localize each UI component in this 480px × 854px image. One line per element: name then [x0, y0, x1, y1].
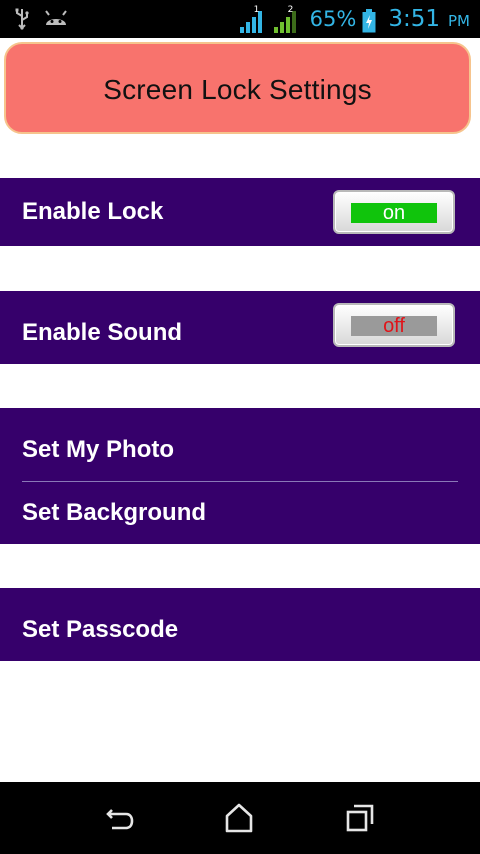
sim1-label: 1 — [253, 5, 260, 15]
status-bar-right: 1 2 65% 3:51 PM — [239, 5, 470, 33]
sim2-signal-icon: 2 — [273, 5, 296, 33]
enable-sound-card[interactable]: Enable Sound off — [0, 291, 480, 364]
status-bar-left — [14, 8, 68, 30]
toggle-on-indicator: on — [351, 203, 437, 223]
android-debug-icon — [45, 10, 67, 25]
appearance-card: Set My Photo Set Background — [0, 408, 480, 544]
divider — [22, 481, 458, 482]
page-title: Screen Lock Settings — [103, 74, 372, 105]
sim1-signal-icon: 1 — [239, 5, 262, 33]
recent-apps-icon[interactable] — [344, 802, 376, 834]
header-banner: Screen Lock Settings — [4, 42, 471, 134]
passcode-card[interactable]: Set Passcode — [0, 588, 480, 661]
usb-icon — [15, 8, 29, 30]
back-icon[interactable] — [104, 802, 136, 834]
status-bar: 1 2 65% 3:51 PM — [0, 0, 480, 38]
sim2-label: 2 — [287, 5, 294, 15]
enable-lock-card[interactable]: Enable Lock on — [0, 178, 480, 246]
enable-sound-label: Enable Sound — [22, 319, 183, 346]
clock-ampm: PM — [448, 12, 470, 30]
battery-percent: 65% — [309, 7, 357, 31]
navigation-bar — [0, 782, 480, 854]
set-background-item[interactable]: Set Background — [22, 499, 206, 527]
battery-charging-icon — [362, 9, 376, 33]
enable-sound-toggle[interactable]: off — [333, 303, 455, 347]
toggle-off-indicator: off — [351, 316, 437, 336]
set-passcode-item[interactable]: Set Passcode — [22, 616, 178, 644]
enable-lock-toggle[interactable]: on — [333, 190, 455, 234]
set-my-photo-item[interactable]: Set My Photo — [22, 436, 174, 464]
enable-lock-label: Enable Lock — [22, 198, 164, 225]
clock-time: 3:51 — [388, 6, 440, 32]
home-icon[interactable] — [223, 802, 255, 834]
